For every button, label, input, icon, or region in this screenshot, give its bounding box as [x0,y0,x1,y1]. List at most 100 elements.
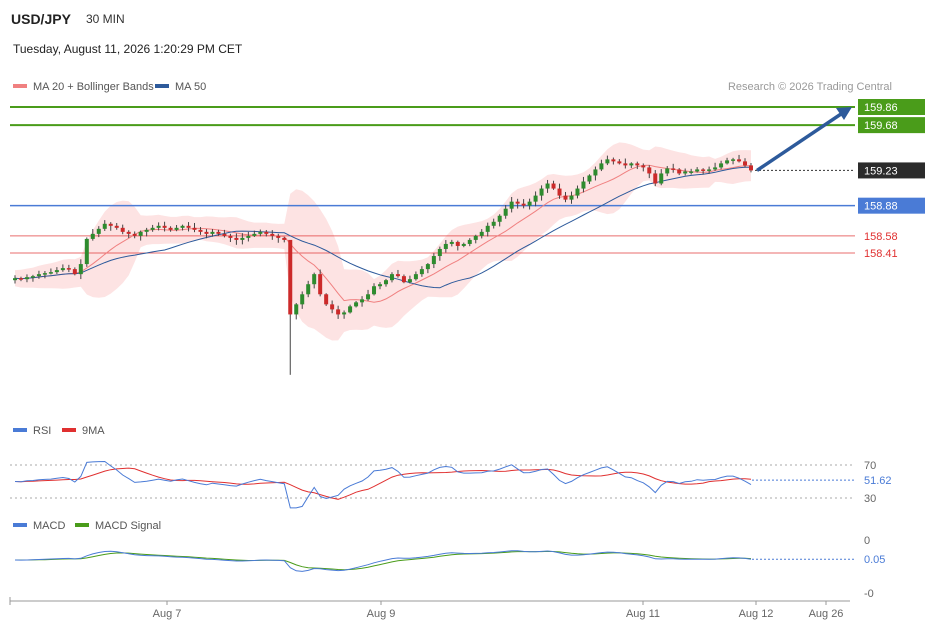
candle-body [192,227,197,230]
candle-body [330,304,335,310]
candle [84,237,89,267]
candle-body [324,294,329,305]
candle-body [246,235,251,238]
candle-body [563,195,568,200]
candle-body [641,165,646,168]
candle-body [306,284,311,295]
ma20-legend-label: MA 20 + Bollinger Bands [33,81,154,93]
datetime-label: Tuesday, August 11, 2026 1:20:29 PM CET [13,42,243,56]
candle-body [659,173,664,184]
candle-body [635,163,640,166]
candle-body [695,169,700,172]
chart-root: USD/JPY 30 MIN Tuesday, August 11, 2026 … [0,0,929,629]
macd-signal-legend-swatch [75,523,89,527]
candle-body [413,274,418,280]
candle-body [78,264,83,275]
candle-body [581,181,586,189]
candle-body [204,231,209,234]
candle-body [156,225,161,228]
rsi-panel: 70 30 51.62 [10,460,892,509]
candle-body [168,227,173,230]
macd-legend-label: MACD [33,520,65,532]
candle-body [719,163,724,168]
candle-body [677,169,682,174]
candle-body [503,208,508,216]
x-tick-label: Aug 11 [626,608,660,620]
candle-body [114,225,119,228]
candle-body [431,256,436,265]
candle-body [599,163,604,170]
credit-label: Research © 2026 Trading Central [728,81,892,93]
candle-body [617,161,622,164]
candle-body [605,159,610,164]
rsi-30-label: 30 [864,493,876,505]
candle-body [336,309,341,315]
x-tick-label: Aug 7 [153,608,182,620]
candle-body [174,227,179,230]
candle-body [138,231,143,236]
candle-body [401,276,406,283]
candle-body [443,243,448,249]
candle-body [479,231,484,236]
x-axis-ticks: Aug 7 Aug 9 Aug 11 Aug 12 Aug 26 [153,601,843,620]
candle-body [623,163,628,166]
candle-body [252,233,257,236]
ma20-legend-swatch [13,84,27,88]
candle-body [234,237,239,240]
candle-body [120,227,125,232]
candle-body [66,268,71,270]
candle-body [360,299,365,303]
candle-body [312,274,317,285]
bollinger-bands [15,142,751,341]
candle-body [294,304,299,315]
candle-body [210,231,215,234]
candle-body [449,241,454,244]
candle-body [108,223,113,226]
rsi-ma-line [14,467,752,500]
candle-body [30,276,35,278]
candle-body [348,306,353,313]
candle-body [665,168,670,174]
candle-body [198,229,203,232]
candle-body [300,294,305,305]
resistance-tag-label: 159.86 [864,102,898,114]
candle-body [521,203,526,206]
candle-body [42,273,47,275]
rsi-legend-swatch [13,428,27,432]
candle-body [485,225,490,232]
candle-body [258,231,263,234]
candle-body [509,201,514,209]
candle-body [611,159,616,162]
candle-body [437,248,442,257]
candle-body [647,167,652,174]
candle [294,302,299,320]
rsi-ma-legend-swatch [62,428,76,432]
candle-body [240,237,245,240]
forecast-arrow-shaft [756,110,845,172]
candle-body [342,312,347,315]
candle-body [60,268,65,271]
chart-svg: USD/JPY 30 MIN Tuesday, August 11, 2026 … [9,11,925,620]
candle-body [132,233,137,236]
candle-body [288,239,293,315]
candle-body [378,284,383,287]
candle-body [527,201,532,206]
candle-body [467,239,472,244]
candle-body [282,237,287,240]
rsi-legend-label: RSI [33,425,51,437]
candle-body [48,272,53,274]
candle-body [354,302,359,307]
candle-body [533,195,538,202]
candle-body [144,229,149,232]
macd-signal-legend-label: MACD Signal [95,520,161,532]
candle-body [425,264,430,270]
candle-body [264,231,269,234]
candle-body [683,171,688,174]
candle-body [102,223,107,229]
candle-body [749,165,753,171]
candle-body [725,160,730,164]
price-tags: 159.86 159.68 159.23 158.88 158.58 158.41 [858,99,925,260]
rsi-70-label: 70 [864,460,876,472]
candle-body [731,159,736,161]
candle-body [18,278,23,280]
